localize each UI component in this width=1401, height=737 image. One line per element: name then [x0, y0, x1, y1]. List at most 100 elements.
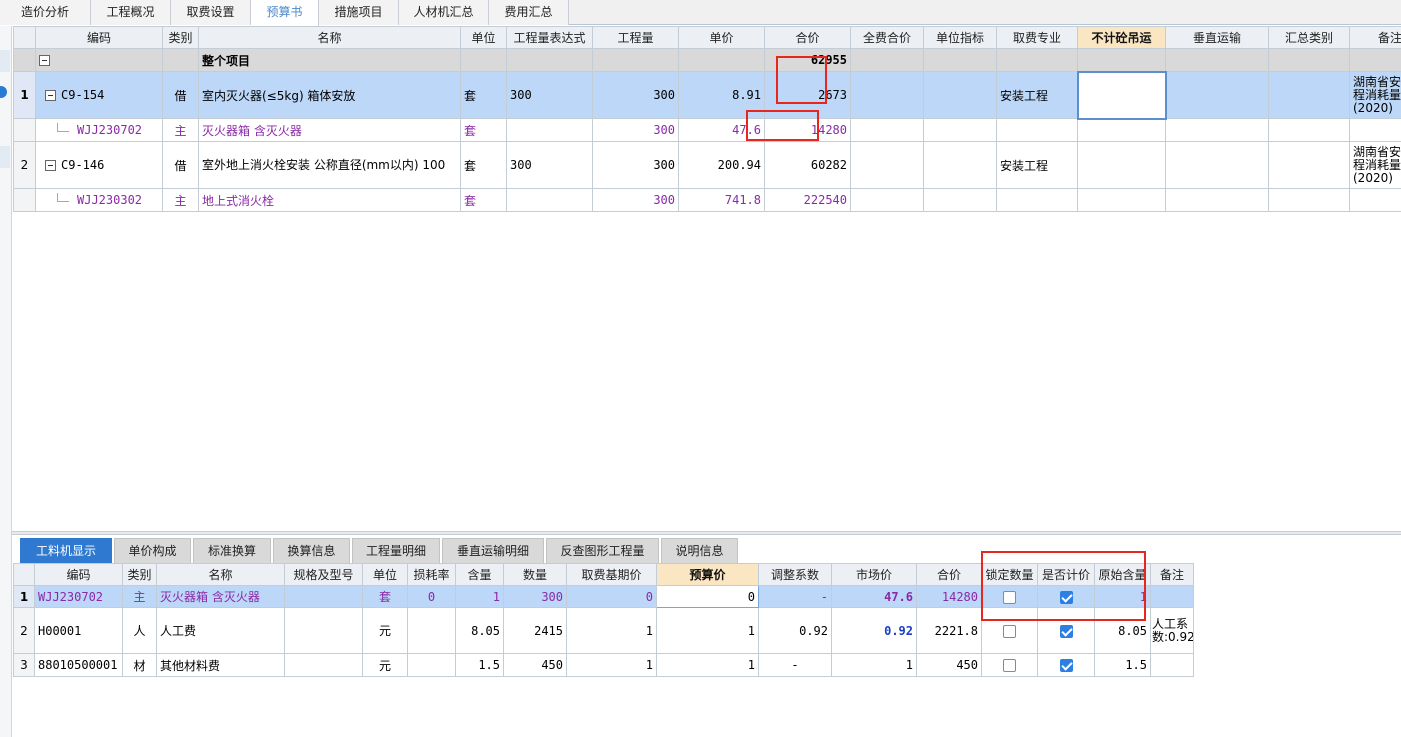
tab-reverse-graphic-quantity[interactable]: 反查图形工程量	[546, 538, 659, 563]
row-quantity[interactable]: 300	[503, 585, 567, 608]
table-row[interactable]: 2 H00001 人 人工费 元 8.05 2415 1 1 0.92 0.92…	[13, 607, 1194, 654]
row-name[interactable]: 地上式消火栓	[198, 188, 461, 212]
row-market-price[interactable]: 47.6	[831, 585, 917, 608]
is-priced-checkbox[interactable]	[1059, 659, 1073, 672]
col-header-unit-index[interactable]: 单位指标	[923, 26, 997, 49]
row-loss-rate[interactable]	[407, 653, 456, 677]
row-spec[interactable]	[284, 585, 363, 608]
collapse-tree-icon[interactable]	[39, 55, 50, 66]
col-header-unit-price[interactable]: 单价	[678, 26, 765, 49]
total-project-row[interactable]: 整个项目 62955	[13, 48, 1401, 72]
col-header-code[interactable]: 编码	[34, 563, 123, 586]
no-concrete-hoist-cell[interactable]	[1076, 70, 1167, 120]
is-priced-checkbox[interactable]	[1059, 590, 1073, 604]
row-quantity[interactable]: 2415	[503, 607, 567, 654]
row-fee-major[interactable]: 安装工程	[996, 71, 1078, 119]
row-content[interactable]: 1.5	[455, 653, 504, 677]
col-header-adjust-coefficient[interactable]: 调整系数	[758, 563, 832, 586]
tab-measure-items[interactable]: 措施项目	[319, 0, 399, 25]
collapse-tree-icon[interactable]	[45, 90, 56, 101]
collapse-tree-icon[interactable]	[45, 160, 56, 171]
table-row[interactable]: 1 C9-154 借 室内灭火器(≤5kg) 箱体安放 套 300 300 8.…	[13, 70, 1401, 120]
tab-fee-summary[interactable]: 费用汇总	[489, 0, 569, 25]
row-market-price[interactable]: 0.92	[831, 607, 917, 654]
col-header-loss-rate[interactable]: 损耗率	[407, 563, 456, 586]
row-type: 主	[162, 118, 199, 142]
col-header-full-cost-total[interactable]: 全费合价	[850, 26, 924, 49]
table-row[interactable]: 1 WJJ230702 主 灭火器箱 含灭火器 套 0 1 300 0 0 - …	[13, 585, 1194, 608]
col-header-total[interactable]: 合价	[764, 26, 851, 49]
row-spec[interactable]	[284, 653, 363, 677]
col-header-total[interactable]: 合价	[916, 563, 982, 586]
col-header-lock-quantity[interactable]: 锁定数量	[981, 563, 1038, 586]
tab-vertical-transport-detail[interactable]: 垂直运输明细	[442, 538, 544, 563]
row-budget-price[interactable]: 1	[656, 607, 759, 654]
col-header-unit[interactable]: 单位	[460, 26, 507, 49]
row-market-price[interactable]: 1	[831, 653, 917, 677]
tab-quantity-detail[interactable]: 工程量明细	[352, 538, 440, 563]
row-loss-rate[interactable]	[407, 607, 456, 654]
col-header-name[interactable]: 名称	[198, 26, 461, 49]
tab-conversion-info[interactable]: 换算信息	[273, 538, 350, 563]
col-header-is-priced[interactable]: 是否计价	[1037, 563, 1095, 586]
tab-labor-material-summary[interactable]: 人材机汇总	[399, 0, 489, 25]
col-header-base-period-price[interactable]: 取费基期价	[566, 563, 657, 586]
col-header-remark[interactable]: 备注	[1349, 26, 1401, 49]
tab-unit-price-composition[interactable]: 单价构成	[114, 538, 191, 563]
col-header-unit[interactable]: 单位	[362, 563, 408, 586]
row-name[interactable]: 室内灭火器(≤5kg) 箱体安放	[198, 71, 461, 119]
col-header-qty-expression[interactable]: 工程量表达式	[506, 26, 593, 49]
table-row[interactable]: 2 C9-146 借 室外地上消火栓安装 公称直径(mm以内) 100 套 30…	[13, 141, 1401, 189]
col-header-quantity[interactable]: 工程量	[592, 26, 679, 49]
col-header-type[interactable]: 类别	[122, 563, 157, 586]
col-header-no-concrete-hoist[interactable]: 不计砼吊运	[1077, 26, 1166, 49]
tab-cost-analysis[interactable]: 造价分析	[0, 0, 91, 25]
tab-labor-material-display[interactable]: 工料机显示	[20, 538, 112, 563]
col-header-market-price[interactable]: 市场价	[831, 563, 917, 586]
tab-project-overview[interactable]: 工程概况	[91, 0, 171, 25]
col-header-spec-model[interactable]: 规格及型号	[284, 563, 363, 586]
row-unit: 套	[460, 71, 507, 119]
col-header-fee-major[interactable]: 取费专业	[996, 26, 1078, 49]
row-qty-expression[interactable]: 300	[506, 141, 593, 189]
col-header-content[interactable]: 含量	[455, 563, 504, 586]
row-budget-price[interactable]: 1	[656, 653, 759, 677]
row-spec[interactable]	[284, 607, 363, 654]
tab-fee-settings[interactable]: 取费设置	[171, 0, 251, 25]
table-row[interactable]: WJJ230702 主 灭火器箱 含灭火器 套 300 47.6 14280	[13, 118, 1401, 142]
col-header-quantity[interactable]: 数量	[503, 563, 567, 586]
table-row[interactable]: 3 88010500001 材 其他材料费 元 1.5 450 1 1 - 1 …	[13, 653, 1194, 677]
row-fee-major[interactable]: 安装工程	[996, 141, 1078, 189]
row-name[interactable]: 灭火器箱 含灭火器	[198, 118, 461, 142]
table-row[interactable]: WJJ230302 主 地上式消火栓 套 300 741.8 222540	[13, 188, 1401, 212]
lock-quantity-checkbox[interactable]	[1003, 659, 1016, 672]
panel-splitter[interactable]	[12, 531, 1401, 535]
col-header-type[interactable]: 类别	[162, 26, 199, 49]
row-name[interactable]: 其他材料费	[156, 653, 285, 677]
row-content[interactable]: 8.05	[455, 607, 504, 654]
is-priced-checkbox[interactable]	[1059, 624, 1073, 638]
budget-price-input[interactable]: 0	[656, 585, 759, 608]
col-header-budget-price[interactable]: 预算价	[656, 563, 759, 586]
col-header-code[interactable]: 编码	[35, 26, 163, 49]
row-name[interactable]: 灭火器箱 含灭火器	[156, 585, 285, 608]
lock-quantity-checkbox[interactable]	[1003, 590, 1016, 604]
col-header-name[interactable]: 名称	[156, 563, 285, 586]
lock-quantity-checkbox[interactable]	[1003, 624, 1016, 638]
col-header-summary-category[interactable]: 汇总类别	[1268, 26, 1350, 49]
row-name[interactable]: 人工费	[156, 607, 285, 654]
col-header-original-content[interactable]: 原始含量	[1094, 563, 1151, 586]
col-header-vertical-transport[interactable]: 垂直运输	[1165, 26, 1269, 49]
col-header-remark[interactable]: 备注	[1150, 563, 1194, 586]
tab-standard-conversion[interactable]: 标准换算	[193, 538, 271, 563]
row-adjust-coefficient: 0.92	[758, 607, 832, 654]
row-name[interactable]: 室外地上消火栓安装 公称直径(mm以内) 100	[198, 141, 461, 189]
collapse-handle-icon[interactable]	[0, 86, 7, 98]
row-content[interactable]: 1	[455, 585, 504, 608]
row-total: 60282	[764, 141, 851, 189]
tab-budget-book[interactable]: 预算书	[251, 0, 319, 26]
row-qty-expression[interactable]: 300	[506, 71, 593, 119]
row-loss-rate[interactable]: 0	[407, 585, 456, 608]
tab-description-info[interactable]: 说明信息	[661, 538, 738, 563]
row-quantity[interactable]: 450	[503, 653, 567, 677]
